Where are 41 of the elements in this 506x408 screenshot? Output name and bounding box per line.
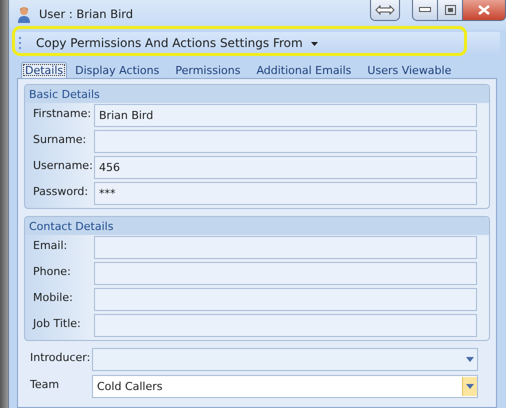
- field-label: Mobile:: [32, 290, 74, 304]
- caret-icon: [466, 384, 474, 389]
- field-label: Username:: [32, 158, 94, 172]
- input-field[interactable]: 456: [94, 156, 477, 179]
- caret-icon: [310, 42, 318, 46]
- dropdown-field[interactable]: [92, 348, 478, 371]
- input-field[interactable]: [94, 262, 477, 285]
- tab[interactable]: Display Actions: [67, 62, 168, 78]
- caret-icon: [466, 357, 474, 362]
- field-label: Email:: [32, 238, 68, 252]
- tab[interactable]: Users Viewable: [359, 62, 460, 78]
- tab[interactable]: Additional Emails: [248, 62, 360, 78]
- resize-button[interactable]: [370, 0, 400, 21]
- field-label: Surname:: [32, 132, 88, 146]
- input-field[interactable]: [94, 130, 477, 153]
- field-label: Job Title:: [32, 316, 82, 330]
- field-label: Introducer:: [29, 350, 92, 364]
- field-label: Firstname:: [32, 106, 92, 120]
- field-label: Phone:: [32, 264, 72, 278]
- field-label: Password:: [32, 184, 90, 198]
- input-field[interactable]: [94, 288, 477, 311]
- minimize-icon: [419, 7, 431, 13]
- input-field[interactable]: ***: [94, 182, 477, 205]
- double-arrow-icon: [375, 5, 395, 15]
- maximize-icon: [444, 5, 456, 15]
- tab[interactable]: Permissions: [167, 62, 248, 78]
- dropdown-field[interactable]: Cold Callers: [92, 375, 478, 398]
- field-label: Team: [29, 377, 60, 391]
- input-field[interactable]: Brian Bird: [94, 104, 477, 127]
- window-title: User : Brian Bird: [39, 7, 134, 21]
- input-field[interactable]: [94, 314, 477, 337]
- input-field[interactable]: [94, 236, 477, 259]
- tab[interactable]: Details: [21, 62, 68, 78]
- group-title: Basic Details: [29, 88, 100, 100]
- minimize-button[interactable]: [412, 0, 438, 21]
- user-icon: [17, 6, 31, 23]
- close-button[interactable]: [463, 0, 506, 21]
- group-title: Contact Details: [29, 220, 114, 232]
- maximize-button[interactable]: [438, 0, 463, 21]
- grip-icon: [19, 37, 22, 49]
- close-icon: [478, 5, 490, 15]
